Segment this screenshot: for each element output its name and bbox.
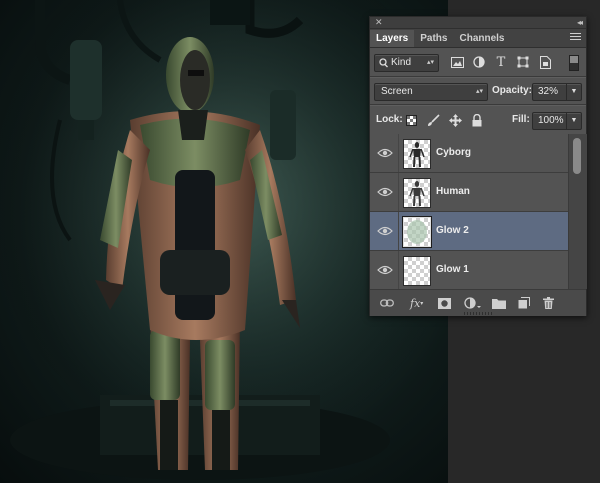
panel-menu-icon[interactable]	[570, 33, 581, 41]
layer-row-cyborg[interactable]: Cyborg	[370, 134, 568, 173]
fx-icon[interactable]: fx ▾	[410, 296, 423, 310]
mask-icon[interactable]	[438, 296, 451, 310]
lock-all-icon[interactable]	[470, 113, 484, 127]
lock-row: Lock: Fill: 100% ▼	[370, 106, 586, 134]
filter-adjustment-icon[interactable]	[472, 55, 486, 69]
layers-panel: ✕ ◂◂ Layers Paths Channels Kind ▴▾ T Scr…	[369, 16, 587, 316]
layer-name[interactable]: Glow 2	[436, 212, 469, 250]
opacity-label: Opacity:	[492, 85, 533, 96]
panel-footer: fx ▾	[370, 289, 586, 316]
fill-field[interactable]: 100% ▼	[532, 112, 582, 130]
filter-smart-object-icon[interactable]	[538, 55, 552, 69]
close-icon[interactable]: ✕	[375, 18, 383, 27]
eye-icon[interactable]	[377, 224, 393, 238]
lock-label: Lock:	[376, 114, 403, 125]
layers-list: Cyborg Human Glow 2 Glow 1	[370, 134, 568, 289]
filter-row: Kind ▴▾ T	[370, 48, 586, 76]
tab-layers[interactable]: Layers	[370, 30, 415, 47]
layers-scrollbar[interactable]	[568, 134, 587, 289]
scrollbar-thumb[interactable]	[573, 138, 581, 174]
chevron-updown-icon: ▴▾	[426, 59, 434, 66]
eye-icon[interactable]	[377, 146, 393, 160]
layer-name[interactable]: Cyborg	[436, 134, 471, 172]
panel-title-bar[interactable]: ✕ ◂◂	[370, 17, 586, 29]
opacity-value: 32%	[538, 86, 559, 97]
opacity-field[interactable]: 32% ▼	[532, 83, 582, 101]
lock-move-icon[interactable]	[448, 113, 462, 127]
layer-thumbnail	[402, 216, 432, 248]
filter-type-icon[interactable]: T	[494, 55, 508, 70]
layer-row-human[interactable]: Human	[370, 173, 568, 212]
panel-tabs: Layers Paths Channels	[370, 29, 586, 48]
fill-label: Fill:	[512, 114, 530, 125]
filter-pixel-icon[interactable]	[450, 55, 464, 69]
tab-paths[interactable]: Paths	[414, 30, 453, 47]
blend-mode-value: Screen	[381, 86, 413, 97]
layer-name[interactable]: Glow 1	[436, 251, 469, 289]
layer-row-glow-1[interactable]: Glow 1	[370, 251, 568, 289]
lock-transparency-icon[interactable]	[404, 113, 418, 127]
chevron-updown-icon: ▴▾	[475, 88, 483, 95]
panel-resize-grip[interactable]	[464, 312, 492, 315]
filter-toggle-switch[interactable]	[569, 55, 579, 71]
blend-row: Screen ▴▾ Opacity: 32% ▼	[370, 78, 586, 104]
eye-icon[interactable]	[377, 185, 393, 199]
trash-icon[interactable]	[543, 296, 554, 310]
search-icon	[379, 55, 388, 77]
collapse-icon[interactable]: ◂◂	[577, 18, 583, 27]
filter-kind-dropdown[interactable]: Kind ▴▾	[374, 54, 439, 72]
blend-mode-dropdown[interactable]: Screen ▴▾	[374, 83, 488, 101]
layer-name[interactable]: Human	[436, 173, 470, 211]
adjustment-icon[interactable]	[464, 296, 481, 310]
fill-value: 100%	[538, 115, 564, 126]
chevron-down-icon[interactable]: ▼	[566, 113, 581, 129]
link-icon[interactable]	[380, 296, 394, 310]
tab-channels[interactable]: Channels	[453, 30, 510, 47]
lock-brush-icon[interactable]	[426, 113, 440, 127]
filter-shape-icon[interactable]	[516, 55, 530, 69]
layer-thumbnail	[403, 178, 431, 208]
layer-thumbnail	[403, 256, 431, 286]
filter-kind-label: Kind	[391, 57, 412, 68]
new-layer-icon[interactable]	[518, 296, 530, 310]
layer-thumbnail	[403, 139, 431, 169]
layer-row-glow-2[interactable]: Glow 2	[370, 212, 568, 251]
eye-icon[interactable]	[377, 263, 393, 277]
chevron-down-icon[interactable]: ▼	[566, 84, 581, 100]
group-folder-icon[interactable]	[492, 296, 506, 310]
